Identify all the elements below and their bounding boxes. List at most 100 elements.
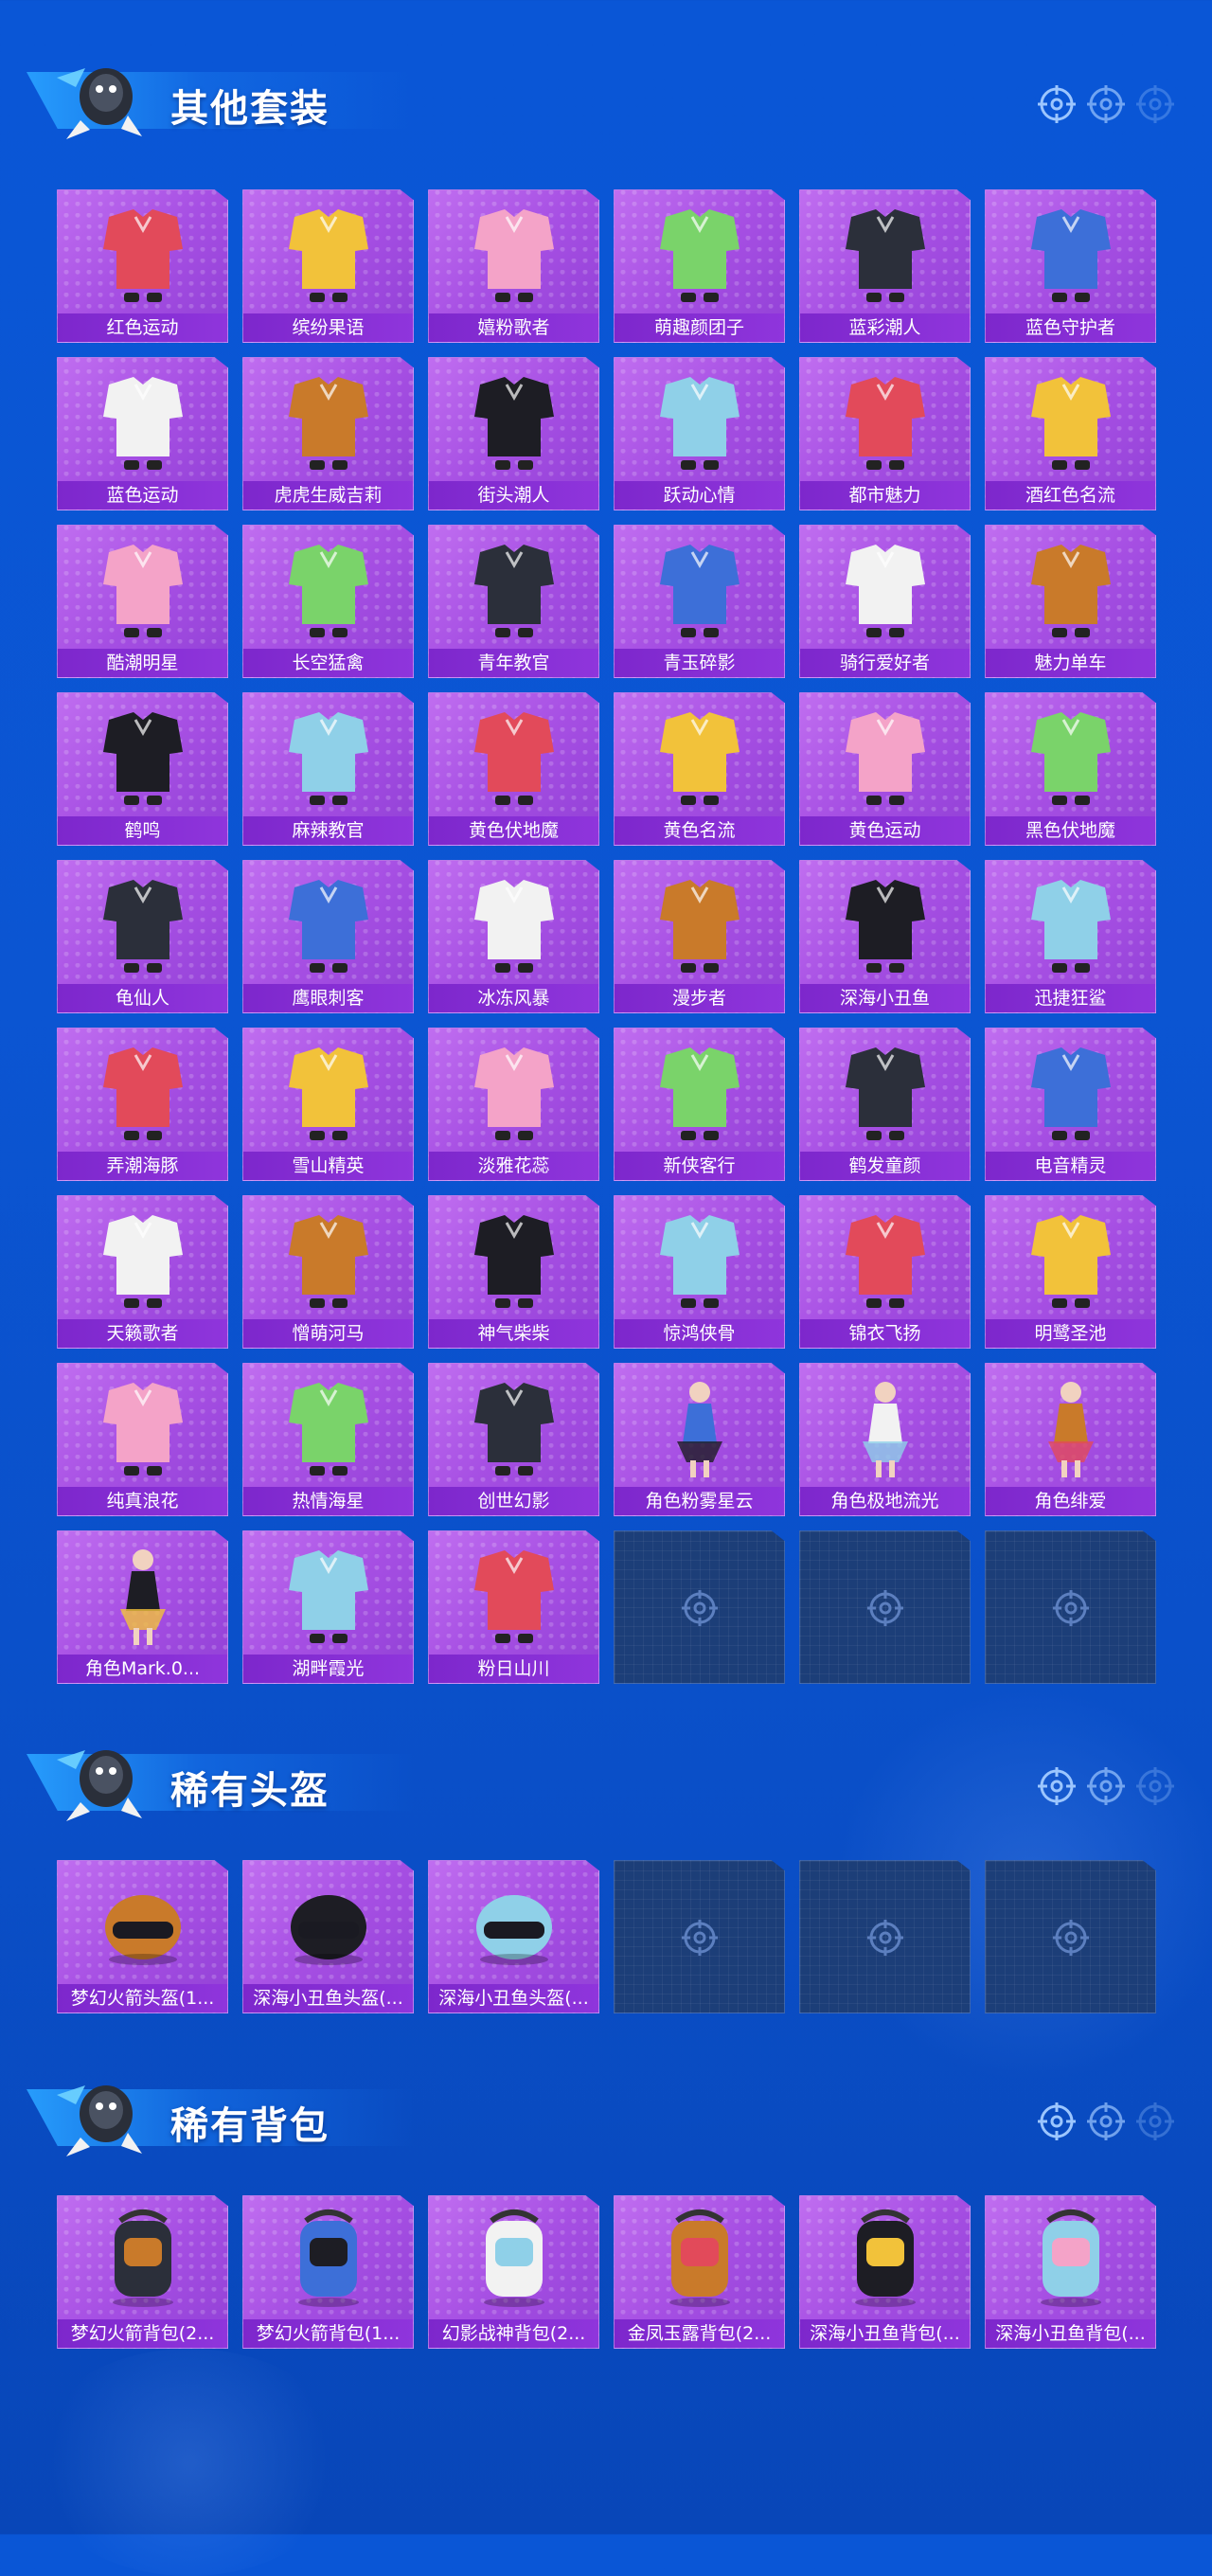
item-card[interactable]: 雪山精英 bbox=[242, 1028, 414, 1181]
item-name: 都市魅力 bbox=[800, 481, 970, 510]
item-card[interactable]: 创世幻影 bbox=[428, 1363, 599, 1516]
item-card[interactable]: 冰冻风暴 bbox=[428, 860, 599, 1013]
item-card[interactable]: 缤纷果语 bbox=[242, 189, 414, 343]
item-card[interactable]: 深海小丑鱼背包(... bbox=[799, 2195, 971, 2349]
target-icon bbox=[1053, 1590, 1089, 1626]
item-name: 长空猛禽 bbox=[243, 649, 413, 677]
item-card[interactable]: 迅捷狂鲨 bbox=[985, 860, 1156, 1013]
item-card[interactable]: 鹰眼刺客 bbox=[242, 860, 414, 1013]
target-icon bbox=[1053, 1920, 1089, 1956]
item-card[interactable]: 梦幻火箭背包(1... bbox=[242, 2195, 414, 2349]
item-card[interactable]: 惊鸿侠骨 bbox=[614, 1195, 785, 1349]
item-card[interactable]: 角色极地流光 bbox=[799, 1363, 971, 1516]
item-card[interactable]: 酒红色名流 bbox=[985, 357, 1156, 510]
item-name: 魅力单车 bbox=[986, 649, 1155, 677]
item-card[interactable]: 漫步者 bbox=[614, 860, 785, 1013]
item-card[interactable]: 热情海星 bbox=[242, 1363, 414, 1516]
item-card[interactable]: 鹤鸣 bbox=[57, 692, 228, 846]
item-card[interactable]: 淡雅花蕊 bbox=[428, 1028, 599, 1181]
outfit-icon bbox=[660, 209, 740, 302]
item-card[interactable]: 金凤玉露背包(2... bbox=[614, 2195, 785, 2349]
item-card[interactable]: 角色绯爱 bbox=[985, 1363, 1156, 1516]
item-card[interactable]: 红色运动 bbox=[57, 189, 228, 343]
item-card[interactable]: 憎萌河马 bbox=[242, 1195, 414, 1349]
item-name: 深海小丑鱼头盔(... bbox=[429, 1984, 598, 2012]
item-name: 蓝色运动 bbox=[58, 481, 227, 510]
section-header: 稀有背包 bbox=[0, 2066, 1212, 2156]
outfit-icon bbox=[289, 1383, 368, 1476]
item-card[interactable]: 萌趣颜团子 bbox=[614, 189, 785, 343]
target-icon bbox=[1038, 1767, 1076, 1805]
item-grid: 梦幻火箭背包(2... 梦幻火箭背包(1... 幻影战神背包(2... 金凤玉露背包(… bbox=[57, 2195, 1156, 2349]
item-card[interactable]: 梦幻火箭头盔(1... bbox=[57, 1860, 228, 2013]
item-card[interactable]: 嬉粉歌者 bbox=[428, 189, 599, 343]
target-icon bbox=[867, 1590, 903, 1626]
item-name: 天籁歌者 bbox=[58, 1319, 227, 1348]
item-card[interactable]: 长空猛禽 bbox=[242, 525, 414, 678]
outfit-icon bbox=[103, 1215, 183, 1308]
item-name: 黄色运动 bbox=[800, 816, 970, 845]
item-card[interactable]: 蓝色守护者 bbox=[985, 189, 1156, 343]
item-card[interactable]: 梦幻火箭背包(2... bbox=[57, 2195, 228, 2349]
item-name: 蓝彩潮人 bbox=[800, 313, 970, 342]
item-card[interactable]: 黄色名流 bbox=[614, 692, 785, 846]
target-icon bbox=[867, 1920, 903, 1956]
target-icon bbox=[1136, 1767, 1174, 1805]
item-card[interactable]: 幻影战神背包(2... bbox=[428, 2195, 599, 2349]
item-card[interactable]: 角色粉雾星云 bbox=[614, 1363, 785, 1516]
item-card[interactable]: 神气柴柴 bbox=[428, 1195, 599, 1349]
item-card[interactable]: 深海小丑鱼背包(... bbox=[985, 2195, 1156, 2349]
item-card[interactable]: 黄色运动 bbox=[799, 692, 971, 846]
item-card[interactable]: 弄潮海豚 bbox=[57, 1028, 228, 1181]
item-card[interactable]: 青玉碎影 bbox=[614, 525, 785, 678]
item-name: 嬉粉歌者 bbox=[429, 313, 598, 342]
item-card[interactable]: 蓝彩潮人 bbox=[799, 189, 971, 343]
item-card[interactable]: 深海小丑鱼 bbox=[799, 860, 971, 1013]
item-card[interactable]: 黄色伏地魔 bbox=[428, 692, 599, 846]
item-card[interactable]: 角色Mark.0... bbox=[57, 1530, 228, 1684]
item-card[interactable]: 粉日山川 bbox=[428, 1530, 599, 1684]
item-card[interactable]: 酷潮明星 bbox=[57, 525, 228, 678]
item-card[interactable]: 鹤发童颜 bbox=[799, 1028, 971, 1181]
item-card[interactable]: 新侠客行 bbox=[614, 1028, 785, 1181]
item-name: 漫步者 bbox=[615, 984, 784, 1012]
outfit-icon bbox=[289, 209, 368, 302]
outfit-icon bbox=[474, 1215, 554, 1308]
item-name: 粉日山川 bbox=[429, 1655, 598, 1683]
item-card[interactable]: 黑色伏地魔 bbox=[985, 692, 1156, 846]
item-card[interactable]: 锦衣飞扬 bbox=[799, 1195, 971, 1349]
outfit-icon bbox=[1031, 712, 1111, 805]
item-card[interactable]: 龟仙人 bbox=[57, 860, 228, 1013]
item-name: 冰冻风暴 bbox=[429, 984, 598, 1012]
backpack-icon bbox=[113, 2209, 173, 2307]
item-card[interactable]: 麻辣教官 bbox=[242, 692, 414, 846]
item-name: 角色粉雾星云 bbox=[615, 1487, 784, 1515]
outfit-icon bbox=[1031, 545, 1111, 637]
outfit-icon bbox=[660, 545, 740, 637]
target-icon bbox=[682, 1920, 718, 1956]
item-card[interactable]: 纯真浪花 bbox=[57, 1363, 228, 1516]
item-name: 金凤玉露背包(2... bbox=[615, 2319, 784, 2348]
item-card[interactable]: 跃动心情 bbox=[614, 357, 785, 510]
item-card[interactable]: 骑行爱好者 bbox=[799, 525, 971, 678]
item-card[interactable]: 蓝色运动 bbox=[57, 357, 228, 510]
item-name: 黄色伏地魔 bbox=[429, 816, 598, 845]
item-card[interactable]: 电音精灵 bbox=[985, 1028, 1156, 1181]
item-card[interactable]: 魅力单车 bbox=[985, 525, 1156, 678]
item-card[interactable]: 都市魅力 bbox=[799, 357, 971, 510]
item-name: 缤纷果语 bbox=[243, 313, 413, 342]
item-card[interactable]: 青年教官 bbox=[428, 525, 599, 678]
item-card[interactable]: 虎虎生威吉莉 bbox=[242, 357, 414, 510]
item-card[interactable]: 深海小丑鱼头盔(... bbox=[242, 1860, 414, 2013]
item-card[interactable]: 深海小丑鱼头盔(... bbox=[428, 1860, 599, 2013]
header-target-icons bbox=[1036, 83, 1176, 125]
item-card[interactable]: 街头潮人 bbox=[428, 357, 599, 510]
item-card[interactable]: 明鹭圣池 bbox=[985, 1195, 1156, 1349]
item-name: 鹤发童颜 bbox=[800, 1152, 970, 1180]
outfit-icon bbox=[1031, 880, 1111, 973]
item-card[interactable]: 天籁歌者 bbox=[57, 1195, 228, 1349]
outfit-icon bbox=[846, 880, 925, 973]
item-name: 青年教官 bbox=[429, 649, 598, 677]
mascot-icon bbox=[57, 68, 142, 139]
item-card[interactable]: 湖畔霞光 bbox=[242, 1530, 414, 1684]
